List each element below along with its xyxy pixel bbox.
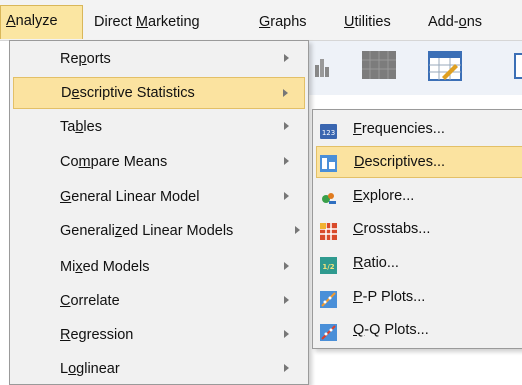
svg-text:1/2: 1/2 (322, 263, 334, 271)
menu-item-regression[interactable]: Regression (13, 319, 305, 351)
submenu-arrow-icon (284, 330, 289, 338)
menu-item-reports[interactable]: Reports (13, 43, 305, 75)
submenu-arrow-icon (284, 296, 289, 304)
toolbar (290, 41, 522, 95)
ratio-icon: 1/2 (320, 254, 337, 274)
menu-analyze[interactable]: Analyze (0, 5, 83, 39)
submenu-arrow-icon (295, 226, 300, 234)
analyze-menu: Reports Descriptive Statistics Tables Co… (9, 40, 309, 385)
descriptive-statistics-submenu: 123 Frequencies... Descriptives... Explo… (312, 109, 522, 349)
submenu-item-crosstabs[interactable]: Crosstabs... (316, 213, 522, 245)
menu-utilities[interactable]: Utilities (344, 12, 391, 32)
submenu-arrow-icon (284, 157, 289, 165)
menu-item-correlate[interactable]: Correlate (13, 285, 305, 317)
submenu-arrow-icon (284, 192, 289, 200)
explore-icon (320, 187, 337, 204)
submenu-arrow-icon (284, 54, 289, 62)
menu-item-mixed-models[interactable]: Mixed Models (13, 251, 305, 283)
menu-bar: Analyze Direct Marketing Graphs Utilitie… (0, 0, 522, 41)
crosstabs-icon (320, 220, 337, 240)
menu-direct-marketing[interactable]: Direct Marketing (94, 12, 200, 32)
submenu-item-explore[interactable]: Explore... (316, 180, 522, 212)
submenu-item-frequencies[interactable]: 123 Frequencies... (316, 113, 522, 145)
pp-plots-icon (320, 288, 337, 308)
submenu-item-ratio[interactable]: 1/2 Ratio... (316, 247, 522, 279)
toolbar-chart-icon[interactable] (314, 55, 330, 77)
menu-item-general-linear-model[interactable]: General Linear Model (13, 181, 305, 213)
menu-item-loglinear[interactable]: Loglinear (13, 353, 305, 385)
menu-item-tables[interactable]: Tables (13, 111, 305, 143)
menu-item-generalized-linear-models[interactable]: Generalized Linear Models (13, 215, 305, 247)
submenu-arrow-icon (283, 89, 288, 97)
submenu-arrow-icon (284, 364, 289, 372)
svg-text:123: 123 (322, 129, 335, 137)
menu-item-descriptive-statistics[interactable]: Descriptive Statistics (13, 77, 305, 109)
menu-item-compare-means[interactable]: Compare Means (13, 146, 305, 178)
frequencies-icon: 123 (320, 120, 337, 139)
toolbar-grid-icon[interactable] (362, 51, 396, 79)
menu-add-ons[interactable]: Add-ons (428, 12, 482, 32)
submenu-item-pp-plots[interactable]: P-P Plots... (316, 281, 522, 313)
toolbar-document-icon[interactable] (514, 53, 522, 79)
descriptives-icon (320, 153, 337, 172)
qq-plots-icon (320, 321, 337, 341)
submenu-arrow-icon (284, 122, 289, 130)
toolbar-table-edit-icon[interactable] (428, 51, 462, 81)
submenu-arrow-icon (284, 262, 289, 270)
submenu-item-descriptives[interactable]: Descriptives... (316, 146, 522, 178)
menu-graphs[interactable]: Graphs (259, 12, 307, 32)
submenu-item-qq-plots[interactable]: Q-Q Plots... (316, 314, 522, 346)
